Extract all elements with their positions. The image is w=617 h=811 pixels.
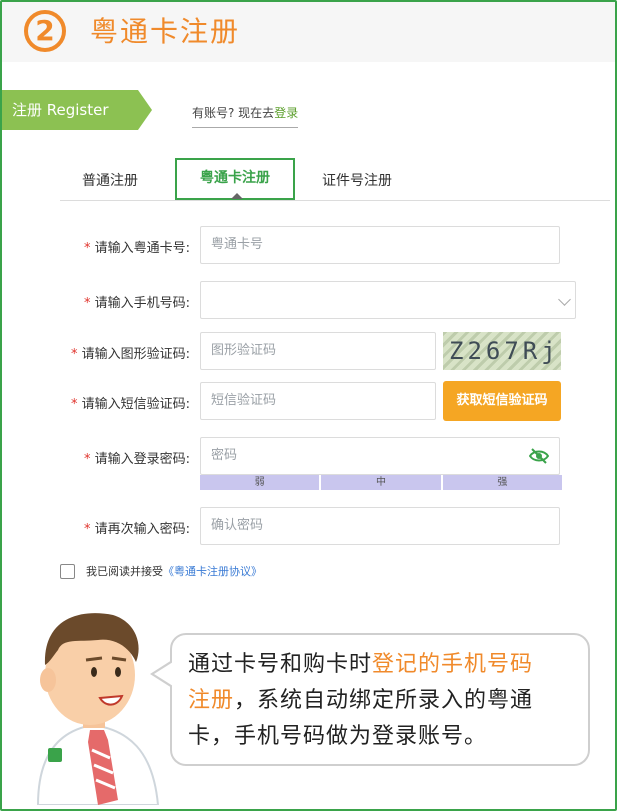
card-label: * 请输入粤通卡号: — [0, 237, 190, 256]
password-input[interactable]: 密码 — [200, 437, 560, 475]
phone-select[interactable] — [200, 281, 576, 319]
agreement-prefix: 我已阅读并接受 — [86, 565, 163, 578]
bubble-text-3: 卡，手机号码做为登录账号。 — [188, 724, 488, 749]
header: 2 粤通卡注册 — [2, 2, 615, 62]
eye-slash-icon[interactable] — [529, 448, 549, 464]
password-label: * 请输入登录密码: — [0, 448, 190, 467]
captcha-label-text: 请输入图形验证码: — [81, 347, 190, 362]
password-label-text: 请输入登录密码: — [94, 452, 190, 467]
login-link[interactable]: 登录 — [274, 106, 298, 120]
captcha-image[interactable]: Z267Rj — [443, 332, 561, 370]
strength-medium: 中 — [321, 475, 441, 490]
strength-weak: 弱 — [200, 475, 320, 490]
bubble-highlight-2: 注册 — [188, 688, 235, 713]
page-title: 粤通卡注册 — [90, 15, 241, 48]
strength-strong: 强 — [442, 475, 562, 490]
required-mark: * — [83, 452, 91, 467]
required-mark: * — [70, 347, 78, 362]
sms-code-input[interactable]: 短信验证码 — [200, 382, 436, 420]
chevron-down-icon — [558, 293, 571, 306]
bubble-text-1: 通过卡号和购卡时 — [188, 652, 373, 677]
password-strength-bar: 弱 中 强 — [200, 475, 562, 490]
password-placeholder: 密码 — [211, 448, 238, 463]
confirm-password-input[interactable]: 确认密码 — [200, 507, 560, 545]
login-hint-text: 有账号? 现在去 — [192, 106, 275, 120]
required-mark: * — [70, 397, 78, 412]
phone-label-text: 请输入手机号码: — [94, 296, 190, 311]
agreement-link[interactable]: 《粤通卡注册协议》 — [163, 565, 262, 578]
tab-caret-icon — [231, 193, 243, 199]
card-number-input[interactable]: 粤通卡号 — [200, 226, 560, 264]
tab-normal[interactable]: 普通注册 — [82, 170, 138, 190]
register-ribbon: 注册 Register — [2, 90, 152, 130]
speech-bubble: 通过卡号和购卡时登记的手机号码 注册，系统自动绑定所录入的粤通 卡，手机号码做为… — [170, 633, 590, 766]
captcha-label: * 请输入图形验证码: — [0, 343, 190, 362]
required-mark: * — [83, 296, 91, 311]
sms-label-text: 请输入短信验证码: — [81, 397, 190, 412]
login-hint: 有账号? 现在去登录 — [192, 104, 299, 128]
mascot-illustration — [36, 613, 160, 805]
required-mark: * — [83, 241, 91, 256]
confirm-label-text: 请再次输入密码: — [94, 522, 190, 537]
bubble-text-2: ，系统自动绑定所录入的粤通 — [234, 688, 534, 713]
confirm-label: * 请再次输入密码: — [0, 518, 190, 537]
step-number: 2 — [24, 10, 66, 52]
get-sms-code-button[interactable]: 获取短信验证码 — [443, 381, 561, 421]
tab-id-register[interactable]: 证件号注册 — [322, 170, 392, 190]
captcha-input[interactable]: 图形验证码 — [200, 332, 436, 370]
required-mark: * — [83, 522, 91, 537]
bubble-tail-inner — [154, 662, 173, 686]
phone-label: * 请输入手机号码: — [0, 292, 190, 311]
checkbox-icon[interactable] — [60, 564, 75, 579]
agreement-text: 我已阅读并接受《粤通卡注册协议》 — [86, 563, 262, 579]
sms-label: * 请输入短信验证码: — [0, 393, 190, 412]
tabs-divider — [60, 200, 610, 201]
bubble-highlight-1: 登记的手机号码 — [372, 652, 534, 677]
card-label-text: 请输入粤通卡号: — [94, 241, 190, 256]
